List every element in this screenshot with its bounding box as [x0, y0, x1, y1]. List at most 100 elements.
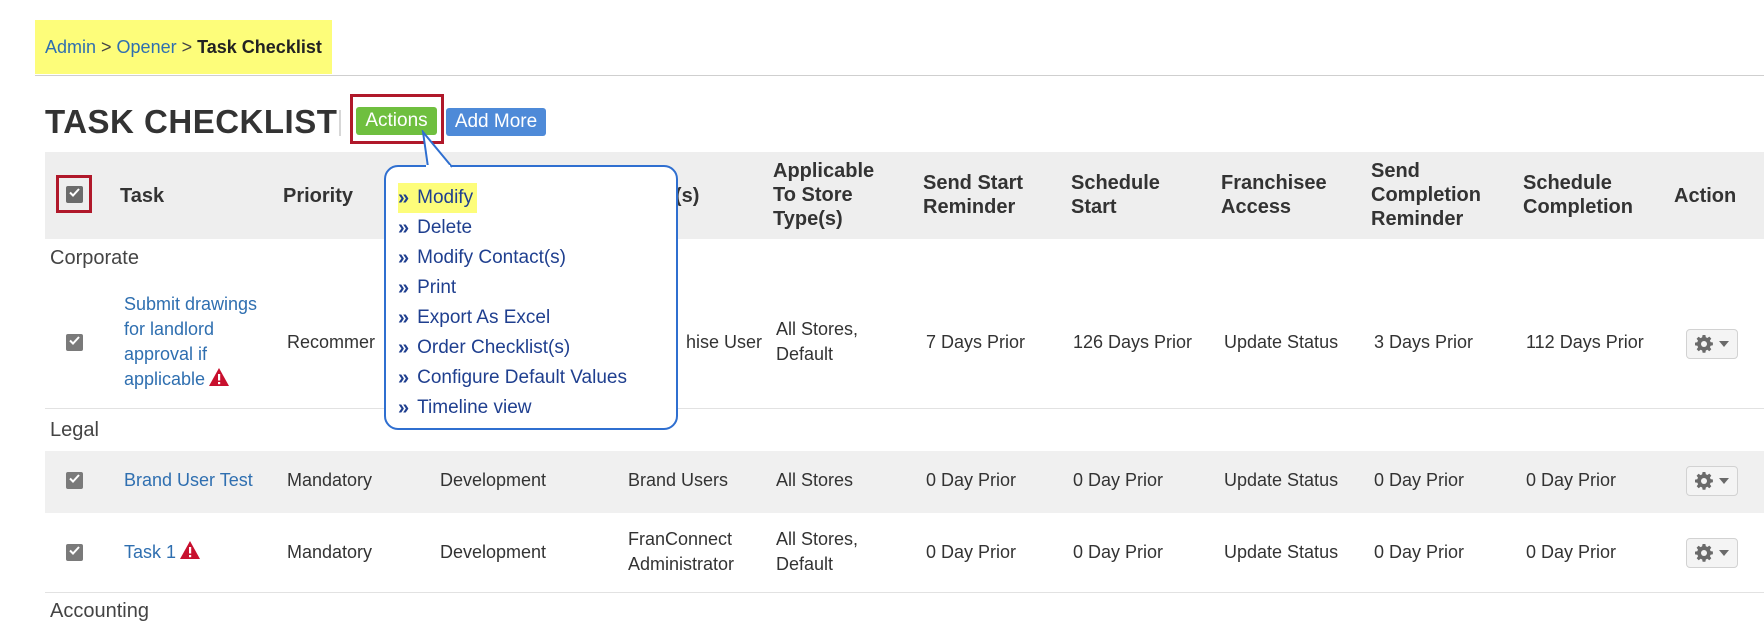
- row-checkbox[interactable]: [66, 472, 83, 489]
- caret-down-icon: [1719, 550, 1729, 556]
- task-link[interactable]: Brand User Test: [124, 468, 253, 493]
- department-value: Development: [440, 470, 547, 490]
- gear-icon: [1695, 335, 1713, 353]
- store-types-line: Default: [776, 554, 834, 574]
- select-all-checkbox[interactable]: [65, 185, 83, 203]
- gear-icon: [1695, 472, 1713, 490]
- menu-item-delete[interactable]: » Delete: [398, 213, 627, 243]
- send-completion-value: 3 Days Prior: [1374, 332, 1474, 352]
- actions-dropdown-menu: » Modify » Delete » Modify Contact(s) » Prin…: [384, 165, 678, 430]
- column-header-line: Send: [1371, 160, 1420, 182]
- franchisee-access-value: Update Status: [1224, 470, 1339, 490]
- menu-item-label: Modify Contact(s): [417, 247, 566, 268]
- menu-item-modify[interactable]: » Modify: [398, 183, 627, 213]
- contacts-line: FranConnect: [628, 529, 733, 549]
- column-header-line: Completion: [1371, 184, 1481, 206]
- send-completion-value: 0 Day Prior: [1374, 542, 1465, 562]
- column-header-line: Applicable: [773, 160, 875, 182]
- column-header-line: Schedule: [1523, 172, 1612, 194]
- row-action-button[interactable]: [1686, 538, 1738, 568]
- task-link-line: Submit drawings: [124, 294, 258, 314]
- menu-item-label: Configure Default Values: [417, 367, 627, 388]
- breadcrumb-admin-link[interactable]: Admin: [45, 37, 96, 58]
- column-header-store-types[interactable]: Applicable To Store Type(s): [773, 159, 874, 231]
- row-checkbox[interactable]: [66, 334, 83, 351]
- task-link-line: applicable: [124, 367, 257, 392]
- task-link[interactable]: Submit drawings for landlord approval if…: [124, 292, 257, 392]
- column-header-send-start-reminder[interactable]: Send Start Reminder: [923, 171, 1023, 219]
- store-types-line: All Stores,: [776, 529, 859, 549]
- store-types-line: Default: [776, 344, 834, 364]
- schedule-start-value: 0 Day Prior: [1073, 542, 1164, 562]
- title-divider: [339, 110, 341, 136]
- priority-value: Recommer: [287, 332, 376, 352]
- double-chevron-right-icon: »: [398, 247, 410, 269]
- double-chevron-right-icon: »: [398, 307, 410, 329]
- menu-item-order-checklists[interactable]: » Order Checklist(s): [398, 333, 627, 363]
- annotation-frame-select-all: [56, 175, 92, 213]
- menu-item-configure-default-values[interactable]: » Configure Default Values: [398, 363, 627, 393]
- column-header-schedule-completion[interactable]: Schedule Completion: [1523, 171, 1633, 219]
- double-chevron-right-icon: »: [398, 367, 410, 389]
- group-label-accounting: Accounting: [50, 600, 149, 622]
- caret-down-icon: [1719, 478, 1729, 484]
- send-start-value: 0 Day Prior: [926, 542, 1017, 562]
- store-types-value: All Stores, Default: [776, 527, 858, 577]
- breadcrumb: Admin > Opener > Task Checklist: [35, 20, 332, 74]
- column-header-priority[interactable]: Priority: [283, 184, 353, 208]
- checkmark-icon: [69, 546, 80, 555]
- menu-item-highlight: » Modify: [398, 183, 478, 213]
- store-types-line: All Stores,: [776, 319, 859, 339]
- row-action-button[interactable]: [1686, 329, 1738, 359]
- menu-item-label: Timeline view: [417, 397, 532, 418]
- double-chevron-right-icon: »: [398, 277, 410, 299]
- actions-menu-list: » Modify » Delete » Modify Contact(s) » Prin…: [398, 183, 627, 423]
- department-value: Development: [440, 542, 547, 562]
- gear-icon: [1695, 544, 1713, 562]
- checkmark-icon: [69, 336, 80, 345]
- column-header-line: Schedule: [1071, 172, 1160, 194]
- double-chevron-right-icon: »: [398, 217, 410, 239]
- task-link-text: applicable: [124, 369, 206, 389]
- priority-value: Mandatory: [287, 542, 373, 562]
- column-header-schedule-start[interactable]: Schedule Start: [1071, 171, 1160, 219]
- schedule-completion-value: 0 Day Prior: [1526, 542, 1617, 562]
- store-types-value: All Stores: [776, 470, 854, 490]
- column-header-line: Send Start: [923, 172, 1024, 194]
- row-checkbox[interactable]: [66, 544, 83, 561]
- column-header-franchisee-access[interactable]: Franchisee Access: [1221, 171, 1327, 219]
- menu-item-label: Order Checklist(s): [417, 337, 571, 358]
- column-header-line: Franchisee: [1221, 172, 1327, 194]
- franchisee-access-value: Update Status: [1224, 332, 1339, 352]
- send-start-value: 0 Day Prior: [926, 470, 1017, 490]
- column-header-task[interactable]: Task: [120, 184, 164, 208]
- contacts-value: hise User: [686, 332, 763, 352]
- franchisee-access-value: Update Status: [1224, 542, 1339, 562]
- warning-triangle-icon: [209, 368, 230, 386]
- send-completion-value: 0 Day Prior: [1374, 470, 1465, 490]
- send-start-value: 7 Days Prior: [926, 332, 1026, 352]
- menu-item-label: Print: [417, 277, 457, 298]
- group-label-corporate: Corporate: [50, 247, 139, 269]
- task-link-line: approval if: [124, 344, 208, 364]
- contacts-value: FranConnect Administrator: [628, 527, 734, 577]
- double-chevron-right-icon: »: [398, 397, 410, 419]
- row-divider: [45, 592, 1764, 593]
- column-header-send-completion-reminder[interactable]: Send Completion Reminder: [1371, 159, 1481, 231]
- row-action-button[interactable]: [1686, 466, 1738, 496]
- schedule-start-value: 126 Days Prior: [1073, 332, 1193, 352]
- row-divider: [45, 408, 1764, 409]
- menu-item-modify-contacts[interactable]: » Modify Contact(s): [398, 243, 627, 273]
- task-link-line: for landlord: [124, 319, 215, 339]
- checkmark-icon: [69, 474, 80, 483]
- menu-item-export-excel[interactable]: » Export As Excel: [398, 303, 627, 333]
- menu-item-label: Modify: [417, 187, 474, 208]
- column-header-line: Access: [1221, 196, 1292, 218]
- checkmark-icon: [68, 187, 80, 197]
- breadcrumb-opener-link[interactable]: Opener: [117, 37, 177, 58]
- contacts-line: Administrator: [628, 554, 735, 574]
- page-title: TASK CHECKLIST: [45, 103, 338, 140]
- menu-item-print[interactable]: » Print: [398, 273, 627, 303]
- menu-item-timeline-view[interactable]: » Timeline view: [398, 393, 627, 423]
- task-link[interactable]: Task 1: [124, 540, 201, 565]
